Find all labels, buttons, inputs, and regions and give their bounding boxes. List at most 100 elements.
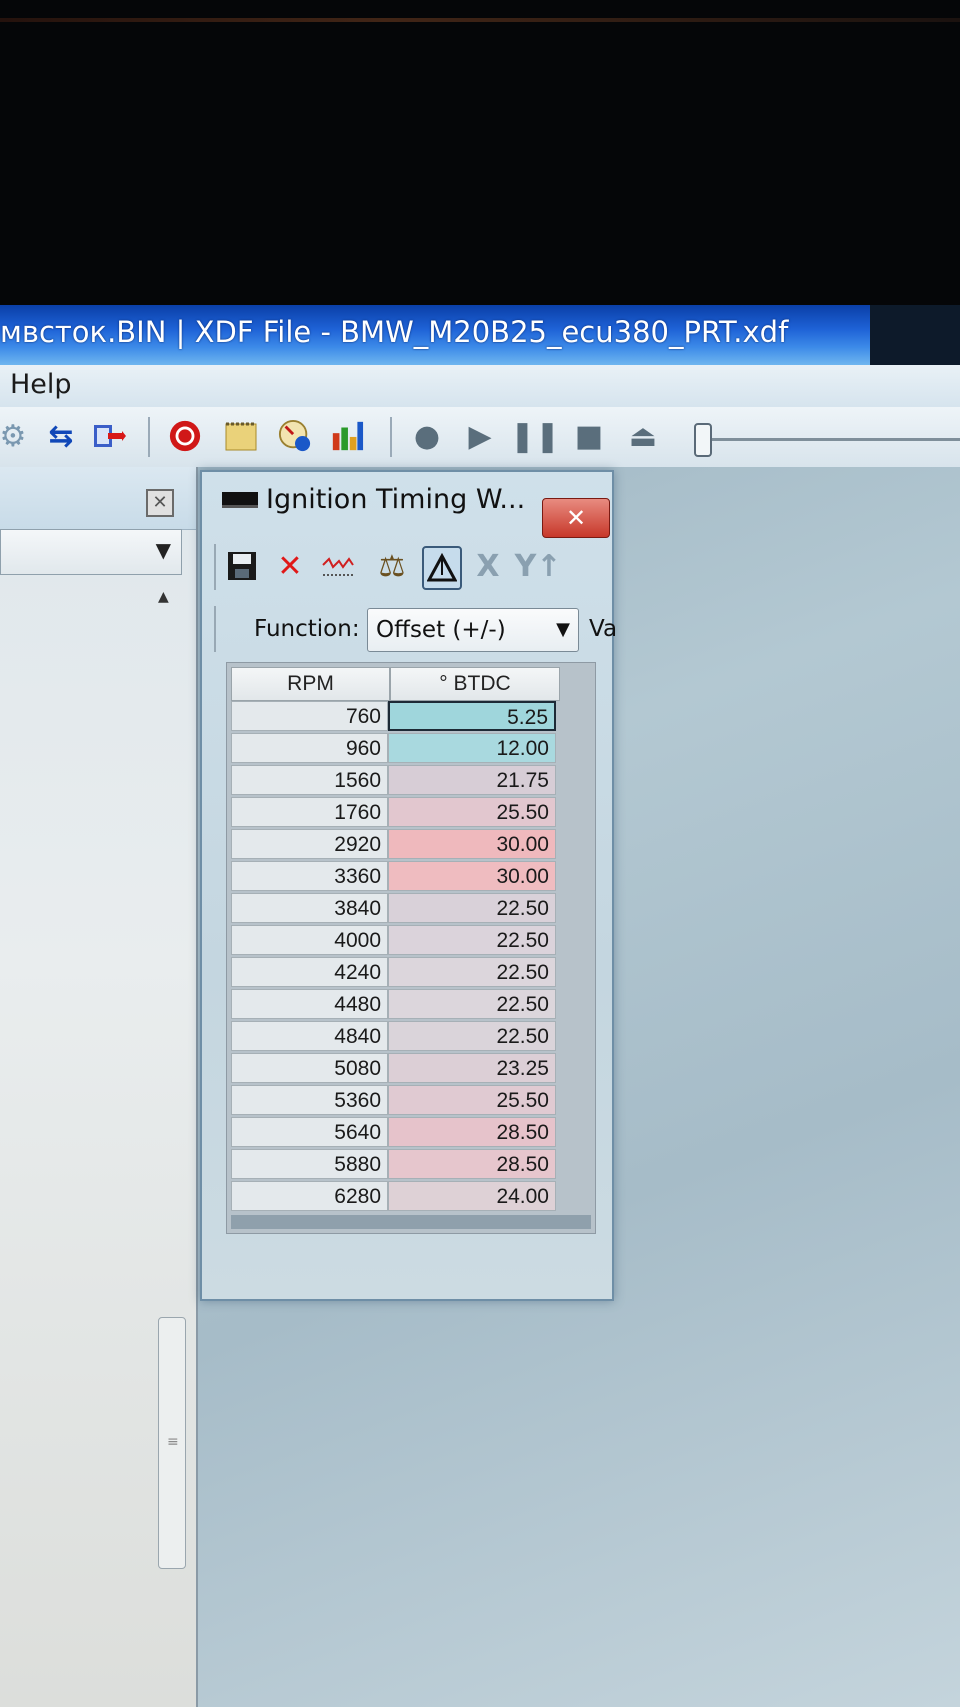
- table-body: 760 5.25 960 12.00 1560 21.75 1760 25.50 2920 30.…: [231, 701, 556, 1213]
- save-icon[interactable]: [224, 546, 260, 586]
- function-label: Function:: [254, 616, 360, 642]
- main-title-bar[interactable]: мвсток.BIN | XDF File - BMW_M20B25_ecu38…: [0, 305, 960, 365]
- rpm-cell[interactable]: 2920: [231, 829, 388, 859]
- table-row: 760 5.25: [231, 701, 556, 733]
- toolbar-grip: [214, 544, 216, 590]
- axis-y-icon[interactable]: Y↑: [515, 546, 562, 586]
- scroll-up-icon[interactable]: ▲: [158, 589, 169, 605]
- scale-icon[interactable]: ⚖: [374, 546, 410, 586]
- notepad-icon[interactable]: [224, 419, 258, 453]
- playback-slider-track[interactable]: [710, 438, 960, 441]
- rpm-cell[interactable]: 5080: [231, 1053, 388, 1083]
- btdc-cell[interactable]: 28.50: [388, 1149, 556, 1179]
- playback-slider-thumb[interactable]: [694, 423, 712, 457]
- table-row: 3360 30.00: [231, 861, 556, 893]
- monitor-bezel-area: [0, 0, 960, 305]
- left-panel: ✕ ▼ ▲ ≡: [0, 467, 198, 1707]
- function-bar-grip: [214, 606, 216, 652]
- left-panel-dropdown[interactable]: ▼: [0, 529, 182, 575]
- table-window-title-bar[interactable]: Ignition Timing W... ✕: [202, 472, 612, 538]
- bar-chart-icon[interactable]: [330, 419, 364, 453]
- rpm-cell[interactable]: 6280: [231, 1181, 388, 1211]
- gear-icon[interactable]: ⚙: [0, 419, 30, 454]
- rpm-cell[interactable]: 3360: [231, 861, 388, 891]
- rpm-cell[interactable]: 4240: [231, 957, 388, 987]
- gauge-icon[interactable]: [278, 419, 312, 453]
- rpm-cell[interactable]: 4000: [231, 925, 388, 955]
- function-select[interactable]: Offset (+/-) ▼: [367, 608, 579, 652]
- rpm-cell[interactable]: 760: [231, 701, 388, 731]
- rpm-cell[interactable]: 4840: [231, 1021, 388, 1051]
- rpm-cell[interactable]: 960: [231, 733, 388, 763]
- chevron-down-icon: ▼: [155, 538, 171, 562]
- btdc-cell[interactable]: 25.50: [388, 1085, 556, 1115]
- scrollbar-grip-icon: ≡: [167, 1434, 179, 1450]
- close-button[interactable]: ✕: [542, 498, 610, 538]
- close-icon[interactable]: ✕: [146, 489, 174, 517]
- value-label-partial: Va: [589, 616, 618, 642]
- rpm-cell[interactable]: 5880: [231, 1149, 388, 1179]
- record-icon[interactable]: ●: [410, 419, 444, 454]
- eject-icon[interactable]: ⏏: [626, 419, 660, 454]
- chevron-down-icon: ▼: [556, 619, 570, 640]
- menu-help[interactable]: Help: [10, 369, 72, 400]
- table-toolbar: ✕ ⚖ X Y↑: [224, 544, 604, 594]
- table-row: 1560 21.75: [231, 765, 556, 797]
- menu-bar: Help: [0, 365, 960, 407]
- btdc-cell[interactable]: 28.50: [388, 1117, 556, 1147]
- axis-x-icon[interactable]: X: [470, 546, 506, 586]
- btdc-cell[interactable]: 22.50: [388, 893, 556, 923]
- table-row: 3840 22.50: [231, 893, 556, 925]
- graph-icon[interactable]: [320, 546, 356, 586]
- btdc-cell[interactable]: 30.00: [388, 861, 556, 891]
- btdc-cell[interactable]: 5.25: [388, 701, 556, 731]
- rpm-cell[interactable]: 1560: [231, 765, 388, 795]
- rpm-cell[interactable]: 5640: [231, 1117, 388, 1147]
- swap-arrows-icon[interactable]: ⇆: [44, 419, 78, 454]
- table-row: 5080 23.25: [231, 1053, 556, 1085]
- btdc-cell[interactable]: 23.25: [388, 1053, 556, 1083]
- table-grid: RPM ° BTDC 760 5.25 960 12.00 1560 21.75 1760 2…: [226, 662, 596, 1234]
- btdc-cell[interactable]: 22.50: [388, 957, 556, 987]
- chip-icon: [222, 492, 258, 508]
- left-panel-header: ✕: [0, 467, 196, 530]
- column-header-btdc[interactable]: ° BTDC: [390, 667, 560, 701]
- discard-icon[interactable]: ✕: [272, 546, 308, 586]
- btdc-cell[interactable]: 24.00: [388, 1181, 556, 1211]
- delta-icon[interactable]: [422, 546, 462, 590]
- table-row: 4480 22.50: [231, 989, 556, 1021]
- column-header-rpm[interactable]: RPM: [231, 667, 390, 701]
- table-row: 4840 22.50: [231, 1021, 556, 1053]
- stop-record-icon[interactable]: [168, 419, 202, 453]
- bezel-reflection: [0, 18, 960, 22]
- table-row: 5880 28.50: [231, 1149, 556, 1181]
- btdc-cell[interactable]: 21.75: [388, 765, 556, 795]
- btdc-cell[interactable]: 12.00: [388, 733, 556, 763]
- title-bar-edge: [870, 305, 960, 365]
- table-row: 960 12.00: [231, 733, 556, 765]
- pause-icon[interactable]: ❚❚: [510, 419, 560, 454]
- btdc-cell[interactable]: 22.50: [388, 1021, 556, 1051]
- ignition-timing-window: Ignition Timing W... ✕ ✕ ⚖ X Y↑ Function…: [200, 470, 618, 1301]
- table-row: 4000 22.50: [231, 925, 556, 957]
- table-row: 5640 28.50: [231, 1117, 556, 1149]
- rpm-cell[interactable]: 1760: [231, 797, 388, 827]
- table-header-row: RPM ° BTDC: [231, 667, 560, 701]
- left-panel-scrollbar[interactable]: ≡: [158, 1317, 186, 1569]
- btdc-cell[interactable]: 22.50: [388, 925, 556, 955]
- function-select-value: Offset (+/-): [376, 617, 506, 643]
- btdc-cell[interactable]: 22.50: [388, 989, 556, 1019]
- btdc-cell[interactable]: 30.00: [388, 829, 556, 859]
- rpm-cell[interactable]: 4480: [231, 989, 388, 1019]
- memory-import-icon[interactable]: [92, 419, 126, 453]
- table-footer: [231, 1215, 591, 1229]
- window-title: мвсток.BIN | XDF File - BMW_M20B25_ecu38…: [0, 315, 789, 349]
- stop-icon[interactable]: ■: [572, 419, 606, 454]
- btdc-cell[interactable]: 25.50: [388, 797, 556, 827]
- rpm-cell[interactable]: 5360: [231, 1085, 388, 1115]
- table-row: 2920 30.00: [231, 829, 556, 861]
- play-icon[interactable]: ▶: [463, 419, 497, 454]
- table-row: 6280 24.00: [231, 1181, 556, 1213]
- rpm-cell[interactable]: 3840: [231, 893, 388, 923]
- table-row: 1760 25.50: [231, 797, 556, 829]
